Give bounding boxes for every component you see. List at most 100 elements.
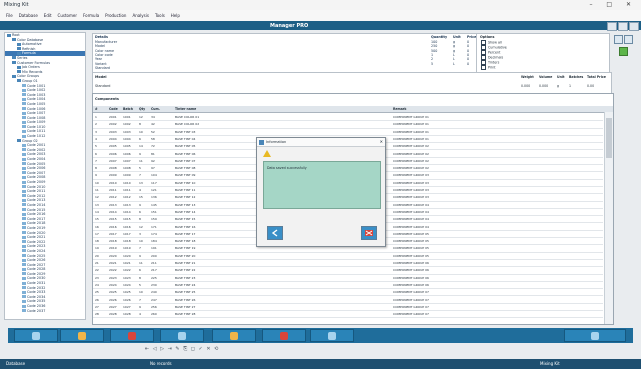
table-cell: 2009 (109, 173, 117, 178)
model-col-value: 0.00 (587, 84, 595, 88)
info-dialog: Information ✕ Data saved successfully (256, 137, 386, 247)
menu-item-file[interactable]: File (6, 13, 13, 18)
grid-col-header[interactable]: # (95, 107, 98, 111)
green-status-icon[interactable] (619, 47, 628, 56)
help-icon[interactable] (624, 35, 633, 44)
table-cell: COMPONENT GROUP 02 (393, 151, 429, 156)
menu-item-database[interactable]: Database (19, 13, 38, 18)
table-cell: 1027 (123, 304, 131, 309)
folder-icon (17, 51, 21, 55)
copy-button[interactable] (160, 329, 204, 342)
folder-icon (22, 93, 26, 97)
menu-item-edit[interactable]: Edit (44, 13, 52, 18)
tree-node-label: Code 2034 (27, 294, 46, 299)
table-cell: 1010 (123, 180, 131, 185)
folder-icon (22, 240, 26, 244)
grid-col-header[interactable]: Qty (139, 107, 145, 111)
model-label: Model (95, 75, 107, 79)
table-cell: 1004 (123, 136, 131, 141)
status-right: Mixing Kit (540, 361, 560, 366)
tree-node-label: Code 1005 (27, 101, 46, 106)
table-cell: COMPONENT GROUP 05 (393, 231, 429, 236)
scale-button[interactable] (310, 329, 354, 342)
tree-node-label: Series (17, 55, 28, 60)
table-cell: 27 (95, 304, 99, 309)
table-cell: COMPONENT GROUP 04 (393, 202, 429, 207)
table-cell: 1025 (123, 290, 131, 295)
table-cell: 151 (151, 209, 157, 214)
tree-node-label: Refinish (22, 46, 36, 51)
menu-item-customer[interactable]: Customer (58, 13, 77, 18)
folder-icon (22, 120, 26, 124)
menu-item-tools[interactable]: Tools (155, 13, 165, 18)
table-cell: 2008 (109, 166, 117, 171)
table-cell: BASE COLOR 02 (175, 122, 200, 127)
table-row[interactable]: 28 2028 1028 4 260 BASE TINT 28 COMPONENT GROU… (93, 310, 603, 319)
maximize-pane-button[interactable] (618, 22, 628, 31)
tree-node-label: Code 2026 (27, 258, 46, 263)
checkbox-box[interactable] (481, 65, 486, 70)
table-cell: 3 (139, 231, 141, 236)
table-cell: BASE TINT 24 (175, 282, 196, 287)
table-cell: 8 (95, 166, 97, 171)
grid-col-header[interactable]: Remark (393, 107, 406, 111)
dialog-cancel-button[interactable] (361, 226, 377, 240)
minimize-pane-button[interactable] (607, 22, 617, 31)
grid-col-header[interactable]: Cum. (151, 107, 160, 111)
table-cell: 2028 (109, 312, 117, 317)
folder-icon (22, 162, 26, 166)
exit-button[interactable] (564, 329, 626, 342)
folder-icon (22, 148, 26, 152)
menu-item-formula[interactable]: Formula (83, 13, 99, 18)
grid-col-header[interactable]: Tinter name (175, 107, 196, 111)
table-cell: 1028 (123, 312, 131, 317)
table-cell: 1024 (123, 282, 131, 287)
print-button[interactable] (212, 329, 256, 342)
menu-item-analysis[interactable]: Analysis (132, 13, 148, 18)
navigation-tree[interactable]: Root Color Database Automotive Refinish Form… (4, 32, 86, 320)
dialog-close-button[interactable]: ✕ (380, 139, 383, 144)
tree-node-label: Job Orders (22, 65, 40, 70)
menu-item-help[interactable]: Help (171, 13, 180, 18)
table-cell: 256 (151, 304, 157, 309)
table-cell: 1013 (123, 202, 131, 207)
table-cell: 9 (139, 151, 141, 156)
table-cell: BASE TINT 26 (175, 297, 196, 302)
tree-node-label: Code 2028 (27, 267, 46, 272)
tree-node-label: Code 1012 (27, 134, 46, 139)
window-controls[interactable]: – □ ✕ (589, 1, 637, 8)
record-navigator[interactable]: ⇤ ◁ ▷ ⇥ ✎ ⎘ ◻ ✓ ✕ ⟲ (145, 346, 305, 354)
delete-button[interactable] (110, 329, 154, 342)
table-cell: 15 (139, 195, 143, 200)
table-cell: COMPONENT GROUP 03 (393, 180, 429, 185)
menu-item-production[interactable]: Production (105, 13, 126, 18)
table-cell: 4 (95, 136, 97, 141)
scrollbar-thumb[interactable] (606, 118, 612, 158)
table-cell: 2012 (109, 195, 117, 200)
new-button[interactable] (14, 329, 58, 342)
open-button[interactable] (60, 329, 104, 342)
table-cell: 2019 (109, 246, 117, 251)
close-pane-button[interactable] (629, 22, 639, 31)
table-cell: 2014 (109, 209, 117, 214)
table-cell: 42 (151, 122, 155, 127)
table-cell: 2 (95, 122, 97, 127)
folder-icon (22, 194, 26, 198)
grid-col-header[interactable]: Batch (123, 107, 133, 111)
grid-scrollbar[interactable] (604, 112, 613, 324)
table-cell: 34 (151, 115, 155, 119)
tree-node-label: Code 1007 (27, 111, 46, 116)
table-cell: COMPONENT GROUP 01 (393, 136, 429, 141)
folder-icon (22, 97, 26, 101)
folder-icon (22, 129, 26, 133)
option-checkbox[interactable]: Print (481, 65, 496, 70)
recalc-button[interactable] (262, 329, 306, 342)
grid-col-header[interactable]: Code (109, 107, 118, 111)
folder-icon (22, 276, 26, 280)
model-value[interactable]: Standard (95, 84, 110, 88)
pin-icon[interactable] (614, 35, 623, 44)
tree-node[interactable]: Code 2037 (5, 309, 85, 314)
table-cell: 4 (139, 312, 141, 317)
table-cell: 1016 (123, 224, 131, 229)
dialog-ok-button[interactable] (267, 226, 283, 240)
